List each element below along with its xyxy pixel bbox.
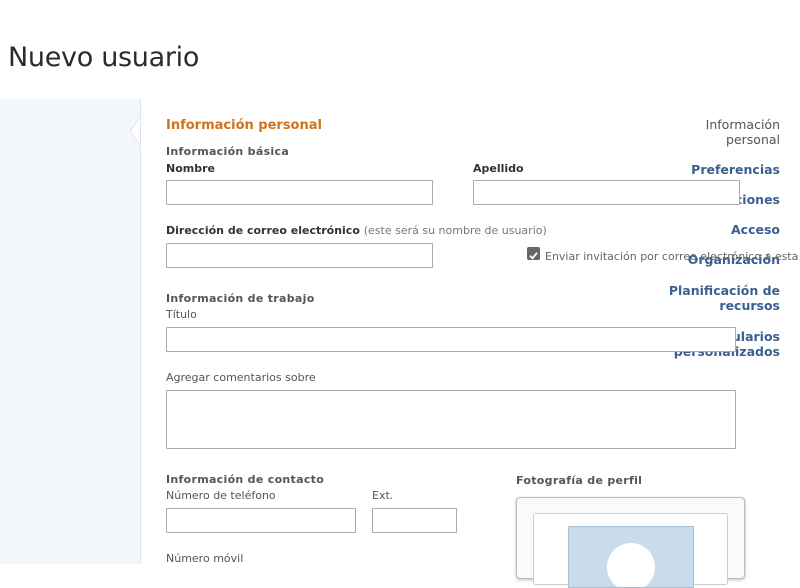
section-title: Información personal bbox=[166, 118, 322, 133]
phone-label: Número de teléfono bbox=[166, 489, 276, 502]
profile-photo-frame bbox=[533, 513, 728, 588]
sidebar-item-label: Información bbox=[705, 117, 780, 132]
contact-info-heading: Información de contacto bbox=[166, 473, 325, 486]
sidebar-item-label: Acceso bbox=[731, 222, 780, 237]
send-invite-checkbox[interactable] bbox=[527, 247, 540, 260]
sidebar-item-resource-planning[interactable]: Planificación de recursos bbox=[669, 283, 780, 313]
ext-label: Ext. bbox=[372, 489, 394, 502]
basic-info-heading: Información básica bbox=[166, 145, 290, 158]
sidebar-item-preferences[interactable]: Preferencias bbox=[691, 162, 780, 177]
work-info-heading: Información de trabajo bbox=[166, 292, 315, 305]
sidebar-item-label: Planificación de bbox=[668, 283, 780, 298]
phone-input[interactable] bbox=[166, 508, 356, 533]
sidebar-item-label: Preferencias bbox=[691, 162, 780, 177]
mobile-label: Número móvil bbox=[166, 552, 244, 565]
email-hint: (este será su nombre de usuario) bbox=[363, 224, 547, 237]
email-input[interactable] bbox=[166, 243, 433, 268]
sidebar-item-access[interactable]: Acceso bbox=[731, 222, 780, 237]
profile-photo-card[interactable] bbox=[516, 497, 745, 588]
sidebar-item-label: personal bbox=[726, 132, 780, 147]
comments-textarea[interactable] bbox=[166, 390, 736, 449]
profile-photo-heading: Fotografía de perfil bbox=[516, 474, 643, 487]
page-title: Nuevo usuario bbox=[8, 42, 200, 74]
send-invite-label: Enviar invitación por correo electrónico… bbox=[545, 250, 800, 263]
sidebar-item-personal-info[interactable]: Información personal bbox=[706, 117, 780, 147]
email-label-row: Dirección de correo electrónico (este se… bbox=[166, 224, 547, 237]
ext-input[interactable] bbox=[372, 508, 457, 533]
checkmark-icon bbox=[529, 252, 538, 260]
first-name-input[interactable] bbox=[166, 180, 433, 205]
sidebar-nav bbox=[0, 99, 141, 564]
sidebar-item-label: recursos bbox=[719, 298, 780, 313]
last-name-label: Apellido bbox=[473, 162, 524, 175]
first-name-label: Nombre bbox=[166, 162, 215, 175]
avatar-placeholder bbox=[568, 526, 694, 588]
last-name-input[interactable] bbox=[473, 180, 740, 205]
avatar-head-icon bbox=[607, 543, 655, 587]
active-nav-pointer bbox=[130, 117, 140, 145]
job-title-input[interactable] bbox=[166, 327, 736, 352]
email-label: Dirección de correo electrónico bbox=[166, 224, 360, 237]
job-title-label: Título bbox=[166, 308, 197, 321]
comments-label: Agregar comentarios sobre bbox=[166, 371, 316, 384]
